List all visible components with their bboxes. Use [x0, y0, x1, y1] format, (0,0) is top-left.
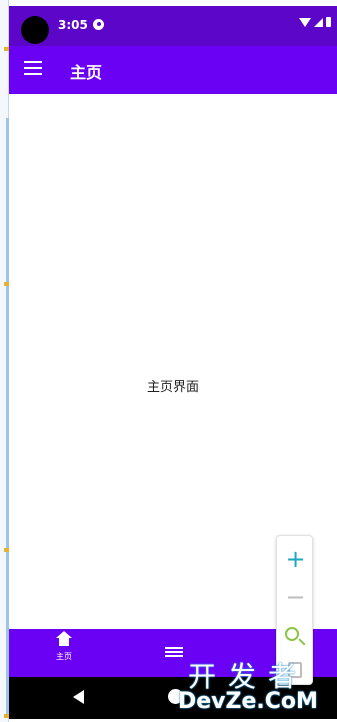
zoom-controls: + −: [276, 535, 313, 685]
home-icon: [56, 631, 72, 649]
status-bar: 3:05: [9, 6, 337, 46]
zoom-reset-button[interactable]: [277, 618, 314, 654]
signal-icon: [314, 17, 323, 27]
document-icon: [288, 662, 302, 678]
system-home-button[interactable]: [168, 689, 183, 704]
main-content-text: 主页界面: [146, 380, 199, 395]
notification-icon: [93, 19, 104, 30]
page-view-button[interactable]: [277, 656, 314, 692]
menu-icon[interactable]: [24, 61, 42, 77]
host-window-edge: [0, 0, 9, 722]
zoom-in-button[interactable]: +: [277, 541, 314, 577]
status-time: 3:05: [58, 18, 88, 32]
nav-item-home[interactable]: 主页: [49, 631, 79, 662]
status-indicators: [299, 17, 331, 27]
app-bar: 主页: [9, 46, 337, 94]
nav-item-list[interactable]: [165, 647, 183, 659]
page-title: 主页: [70, 63, 103, 82]
back-icon[interactable]: [73, 690, 84, 704]
magnifier-icon: [285, 627, 299, 641]
camera-cutout: [21, 16, 49, 44]
zoom-out-button[interactable]: −: [277, 579, 314, 615]
wifi-icon: [299, 17, 311, 27]
battery-icon: [326, 17, 331, 27]
nav-label-home: 主页: [56, 652, 72, 661]
